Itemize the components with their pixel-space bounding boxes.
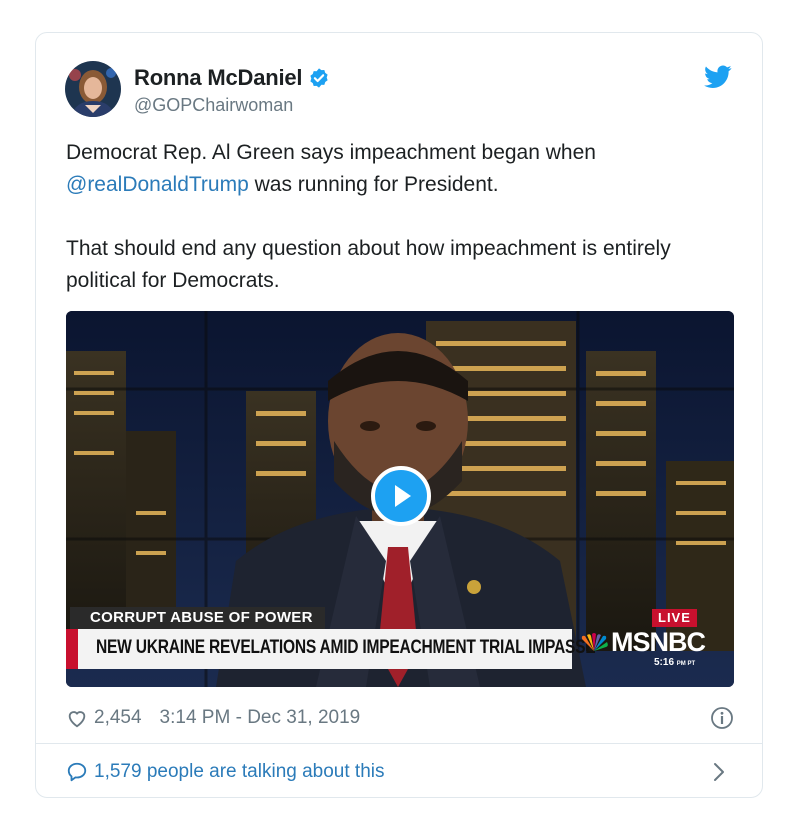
twitter-bird-icon[interactable] bbox=[704, 65, 732, 89]
like-count[interactable]: 2,454 bbox=[94, 707, 142, 729]
author-handle[interactable]: @GOPChairwoman bbox=[134, 95, 293, 116]
tweet-paragraph-1: Democrat Rep. Al Green says impeachment … bbox=[66, 137, 736, 201]
headline-bar: NEW UKRAINE REVELATIONS AMID IMPEACHMENT… bbox=[66, 629, 596, 669]
avatar[interactable] bbox=[65, 61, 121, 117]
news-kicker: CORRUPT ABUSE OF POWER bbox=[70, 607, 325, 629]
author-name[interactable]: Ronna McDaniel bbox=[134, 65, 303, 91]
news-headline: NEW UKRAINE REVELATIONS AMID IMPEACHMENT… bbox=[96, 637, 596, 658]
tweet-card[interactable]: Ronna McDaniel @GOPChairwoman Democrat R… bbox=[35, 32, 763, 798]
peacock-icon bbox=[581, 632, 608, 651]
divider bbox=[36, 743, 762, 744]
play-button[interactable] bbox=[371, 466, 431, 526]
tweet-line-1: Democrat Rep. Al Green says impeachment … bbox=[66, 141, 596, 164]
play-icon bbox=[395, 485, 411, 507]
video-player[interactable]: CORRUPT ABUSE OF POWER NEW UKRAINE REVEL… bbox=[66, 311, 734, 687]
heart-icon[interactable] bbox=[66, 707, 88, 729]
speech-bubble-icon bbox=[67, 762, 87, 782]
chevron-right-icon[interactable] bbox=[712, 761, 726, 783]
tweet-paragraph-2: That should end any question about how i… bbox=[66, 237, 671, 292]
talking-count[interactable]: 1,579 people are talking about this bbox=[94, 761, 385, 783]
network-name: MSNBC bbox=[611, 627, 706, 657]
clock-time: 5:16 bbox=[654, 657, 675, 668]
live-badge: LIVE bbox=[652, 609, 697, 627]
verified-badge-icon bbox=[310, 68, 328, 88]
clock-ampm: PM PT bbox=[676, 661, 696, 667]
conversation-link[interactable]: 1,579 people are talking about this bbox=[66, 757, 734, 787]
broadcast-clock: 5:16 PM PT bbox=[654, 657, 695, 668]
news-lower-third: CORRUPT ABUSE OF POWER NEW UKRAINE REVEL… bbox=[66, 605, 734, 687]
tweet-text: Democrat Rep. Al Green says impeachment … bbox=[66, 137, 736, 297]
mention-link[interactable]: @realDonaldTrump bbox=[66, 173, 249, 196]
tweet-line-2: was running for President. bbox=[248, 173, 499, 196]
tweet-meta: 2,454 3:14 PM - Dec 31, 2019 bbox=[66, 703, 734, 733]
tweet-timestamp[interactable]: 3:14 PM - Dec 31, 2019 bbox=[160, 707, 361, 729]
network-logo: MSNBC bbox=[579, 627, 706, 658]
info-icon[interactable] bbox=[710, 706, 734, 730]
